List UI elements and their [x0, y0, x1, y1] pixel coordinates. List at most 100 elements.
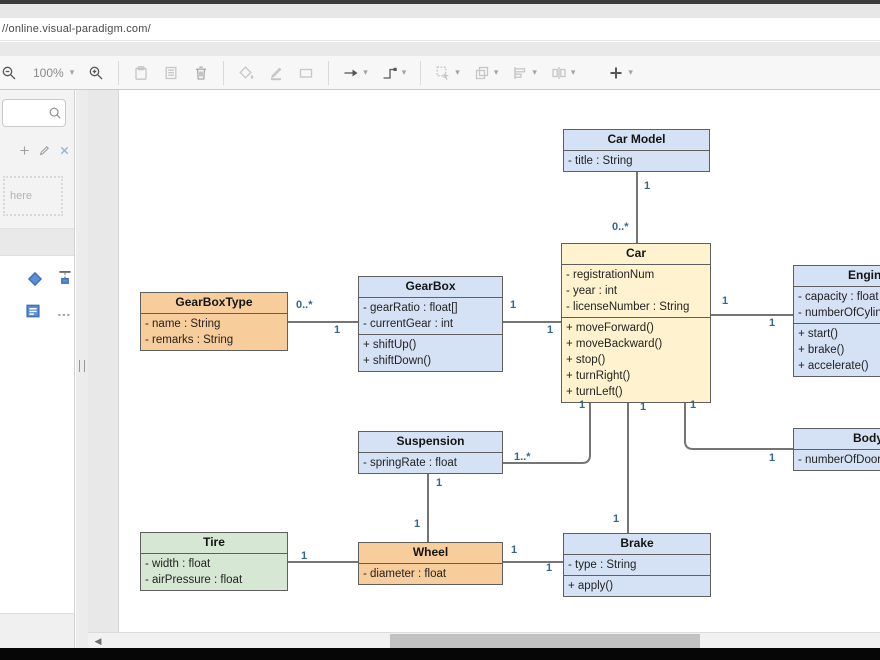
- search-icon: [48, 106, 62, 125]
- class-attribute: - remarks : String: [141, 332, 287, 348]
- multiplicity-label: 1: [769, 453, 775, 464]
- multiplicity-label: 1: [334, 325, 340, 336]
- add-button[interactable]: [18, 144, 31, 157]
- close-button[interactable]: [58, 144, 71, 157]
- multiplicity-label: 1: [640, 402, 646, 413]
- attributes-compartment: - registrationNum- year : int- licenseNu…: [562, 265, 710, 317]
- class-method: + shiftUp(): [359, 337, 502, 353]
- class-method: + stop(): [562, 352, 710, 368]
- dropdown-caret-icon: ▾: [402, 67, 407, 78]
- methods-compartment: + apply(): [564, 575, 710, 596]
- dropdown-caret-icon: ▾: [363, 67, 368, 78]
- zoom-level-display[interactable]: 100% ▾: [31, 66, 74, 80]
- class-title: Tire: [141, 533, 287, 554]
- shape-drop-zone[interactable]: here: [3, 176, 63, 216]
- dropdown-caret-icon: ▾: [455, 67, 460, 78]
- edge-car-body[interactable]: [685, 398, 793, 449]
- uml-class-body[interactable]: Body - numberOfDoors : int: [793, 428, 880, 471]
- distribute-icon: ▾: [551, 65, 576, 81]
- class-method: + turnLeft(): [562, 384, 710, 400]
- uml-class-car[interactable]: Car- registrationNum- year : int- licens…: [561, 243, 711, 403]
- zoom-level-text: 100%: [33, 66, 64, 80]
- class-attribute: - springRate : float: [359, 455, 502, 471]
- scroll-left-button[interactable]: ◀: [92, 635, 104, 647]
- toolbar-separator: [223, 61, 224, 85]
- attributes-compartment: - gearRatio : float[]- currentGear : int: [359, 298, 502, 334]
- uml-class-gearbox[interactable]: GearBox- gearRatio : float[]- currentGea…: [358, 276, 503, 372]
- panel-actions: [0, 137, 73, 163]
- class-title: Car Model: [564, 130, 709, 151]
- multiplicity-label: 1: [722, 296, 728, 307]
- line-color-icon: [268, 65, 284, 81]
- diagram-layer: Car Model- title : String Car- registrati…: [0, 0, 880, 660]
- class-method: + accelerate(): [794, 358, 880, 374]
- delete-icon: [193, 65, 209, 81]
- url-bar[interactable]: //online.visual-paradigm.com/: [0, 18, 880, 41]
- multiplicity-label: 1: [644, 181, 650, 192]
- shape-style-icon: [298, 65, 314, 81]
- class-title: Car: [562, 244, 710, 265]
- multiplicity-label: 1: [301, 551, 307, 562]
- letterbox-bottom: [0, 648, 880, 660]
- chrome-gap-band: [0, 42, 880, 56]
- palette-item-diamond[interactable]: [26, 270, 44, 288]
- copy-icon: [163, 65, 179, 81]
- dropdown-caret-icon: ▾: [70, 67, 75, 78]
- methods-compartment: + moveForward()+ moveBackward()+ stop()+…: [562, 317, 710, 402]
- class-attribute: - currentGear : int: [359, 316, 502, 332]
- connection-arrow-icon[interactable]: ▾: [343, 65, 368, 81]
- insert-icon[interactable]: ▾: [608, 65, 633, 81]
- class-attribute: - width : float: [141, 556, 287, 572]
- drop-zone-text: here: [5, 190, 32, 202]
- uml-class-wheel[interactable]: Wheel- diameter : float: [358, 542, 503, 585]
- shape-palette: [0, 256, 74, 613]
- uml-class-suspension[interactable]: Suspension- springRate : float: [358, 431, 503, 474]
- class-method: + brake(): [794, 342, 880, 358]
- toolbar-separator: [118, 61, 119, 85]
- class-title: GearBox: [359, 277, 502, 298]
- panel-resize-handle[interactable]: [79, 360, 85, 372]
- multiplicity-label: 1: [579, 400, 585, 411]
- paste-icon: [133, 65, 149, 81]
- uml-class-car-model[interactable]: Car Model- title : String: [563, 129, 710, 172]
- methods-compartment: + start()+ brake()+ accelerate(): [794, 323, 880, 376]
- class-attribute: - diameter : float: [359, 566, 502, 582]
- methods-compartment: + shiftUp()+ shiftDown(): [359, 334, 502, 371]
- class-attribute: - capacity : float: [794, 289, 880, 305]
- multiplicity-label: 1: [613, 514, 619, 525]
- palette-item-note[interactable]: [24, 302, 42, 320]
- zoom-in-icon[interactable]: [88, 65, 104, 81]
- class-attribute: - numberOfDoors : int: [794, 452, 880, 468]
- selection-icon: ▾: [435, 65, 460, 81]
- palette-item-anchor[interactable]: [56, 268, 74, 286]
- scrollbar-thumb[interactable]: [390, 634, 700, 648]
- palette-item-dashed-line[interactable]: [56, 306, 74, 324]
- align-icon: ▾: [512, 65, 537, 81]
- connector-style-icon[interactable]: ▾: [382, 65, 407, 81]
- multiplicity-label: 1: [690, 400, 696, 411]
- panel-footer: [0, 613, 75, 648]
- class-title: Body: [794, 429, 880, 450]
- url-text: //online.visual-paradigm.com/: [2, 23, 151, 35]
- horizontal-scrollbar[interactable]: ◀: [88, 632, 880, 648]
- toolbar-separator: [328, 61, 329, 85]
- editor-toolbar: 100%▾▾▾▾▾▾▾▾: [0, 56, 880, 90]
- edit-button[interactable]: [38, 144, 51, 157]
- uml-class-tire[interactable]: Tire- width : float- airPressure : float: [140, 532, 288, 591]
- class-method: + turnRight(): [562, 368, 710, 384]
- uml-class-brake[interactable]: Brake- type : String+ apply(): [563, 533, 711, 597]
- panel-divider: [0, 228, 74, 256]
- uml-class-gearboxtype[interactable]: GearBoxType- name : String- remarks : St…: [140, 292, 288, 351]
- class-attribute: - year : int: [562, 283, 710, 299]
- class-method: + moveBackward(): [562, 336, 710, 352]
- uml-class-engine[interactable]: Engine- capacity : float- numberOfCylind…: [793, 265, 880, 377]
- multiplicity-label: 0..*: [612, 222, 629, 233]
- dropdown-caret-icon: ▾: [532, 67, 537, 78]
- zoom-out-icon[interactable]: [1, 65, 17, 81]
- panel-gutter: [76, 90, 88, 648]
- attributes-compartment: - diameter : float: [359, 564, 502, 584]
- attributes-compartment: - name : String- remarks : String: [141, 314, 287, 350]
- multiplicity-label: 1: [546, 563, 552, 574]
- dropdown-caret-icon: ▾: [628, 67, 633, 78]
- class-title: GearBoxType: [141, 293, 287, 314]
